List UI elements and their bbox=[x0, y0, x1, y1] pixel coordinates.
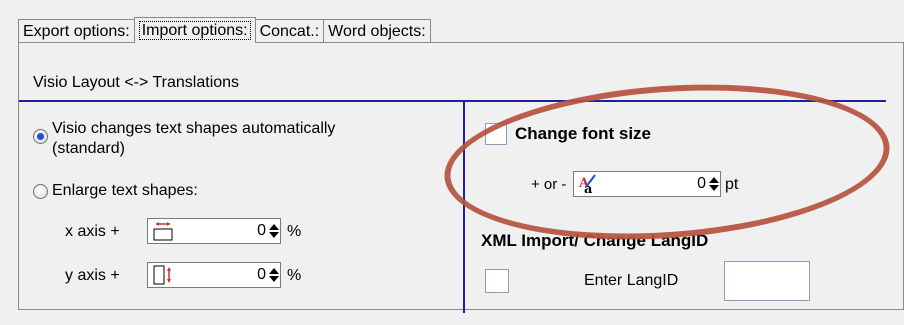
radio-auto-change-button[interactable] bbox=[33, 129, 48, 144]
section-divider-vertical bbox=[463, 100, 465, 313]
x-axis-unit: % bbox=[287, 223, 302, 240]
tab-strip: Export options: Import options: Concat.:… bbox=[18, 17, 431, 43]
radio-auto-change-label-line1: Visio changes text shapes automatically bbox=[52, 120, 336, 137]
y-axis-value[interactable]: 0 bbox=[174, 266, 268, 284]
radio-enlarge-shapes[interactable]: Enlarge text shapes: bbox=[33, 182, 198, 200]
change-font-size-label: Change font size bbox=[515, 124, 652, 143]
font-size-icon: A a bbox=[578, 173, 600, 195]
section-divider-horizontal bbox=[19, 100, 886, 102]
font-size-spin-arrows[interactable] bbox=[708, 172, 720, 196]
y-axis-label: y axis + bbox=[65, 267, 120, 284]
radio-selected-dot bbox=[37, 133, 44, 140]
font-size-spinner[interactable]: A a 0 bbox=[573, 171, 721, 197]
radio-auto-change-label-line2: (standard) bbox=[52, 140, 125, 157]
spin-down-icon[interactable] bbox=[269, 232, 279, 238]
xml-import-heading: XML Import/ Change LangID bbox=[481, 231, 709, 250]
y-axis-spin-arrows[interactable] bbox=[268, 263, 280, 287]
spin-up-icon[interactable] bbox=[269, 224, 279, 230]
spin-up-icon[interactable] bbox=[709, 177, 719, 183]
langid-input[interactable] bbox=[724, 261, 810, 301]
radio-auto-change[interactable]: Visio changes text shapes automatically … bbox=[33, 119, 335, 159]
change-font-size-checkbox[interactable] bbox=[485, 123, 507, 145]
section-title: Visio Layout <-> Translations bbox=[33, 74, 240, 91]
horizontal-resize-icon bbox=[152, 220, 174, 242]
vertical-resize-icon bbox=[152, 264, 174, 286]
enter-langid-label: Enter LangID bbox=[584, 272, 679, 289]
radio-enlarge-shapes-button[interactable] bbox=[33, 183, 48, 199]
x-axis-label: x axis + bbox=[65, 223, 120, 240]
spin-down-icon[interactable] bbox=[709, 185, 719, 191]
spin-up-icon[interactable] bbox=[269, 268, 279, 274]
x-axis-value[interactable]: 0 bbox=[174, 222, 268, 240]
tab-import-options[interactable]: Import options: bbox=[133, 17, 256, 43]
change-langid-checkbox[interactable] bbox=[485, 269, 509, 293]
font-size-unit: pt bbox=[725, 176, 739, 193]
font-size-value[interactable]: 0 bbox=[600, 175, 708, 193]
tab-export-options[interactable]: Export options: bbox=[18, 19, 135, 43]
tab-word-objects[interactable]: Word objects: bbox=[323, 19, 431, 43]
spin-down-icon[interactable] bbox=[269, 276, 279, 282]
radio-auto-change-label: Visio changes text shapes automatically … bbox=[52, 119, 335, 159]
x-axis-spin-arrows[interactable] bbox=[268, 219, 280, 243]
y-axis-unit: % bbox=[287, 267, 302, 284]
x-axis-spinner[interactable]: 0 bbox=[147, 218, 281, 244]
plus-minus-label: + or - bbox=[531, 176, 567, 193]
radio-enlarge-shapes-label: Enlarge text shapes: bbox=[52, 182, 198, 199]
y-axis-spinner[interactable]: 0 bbox=[147, 262, 281, 288]
tab-concat[interactable]: Concat.: bbox=[254, 19, 325, 43]
import-options-panel: Visio Layout <-> Translations Visio chan… bbox=[18, 42, 904, 313]
